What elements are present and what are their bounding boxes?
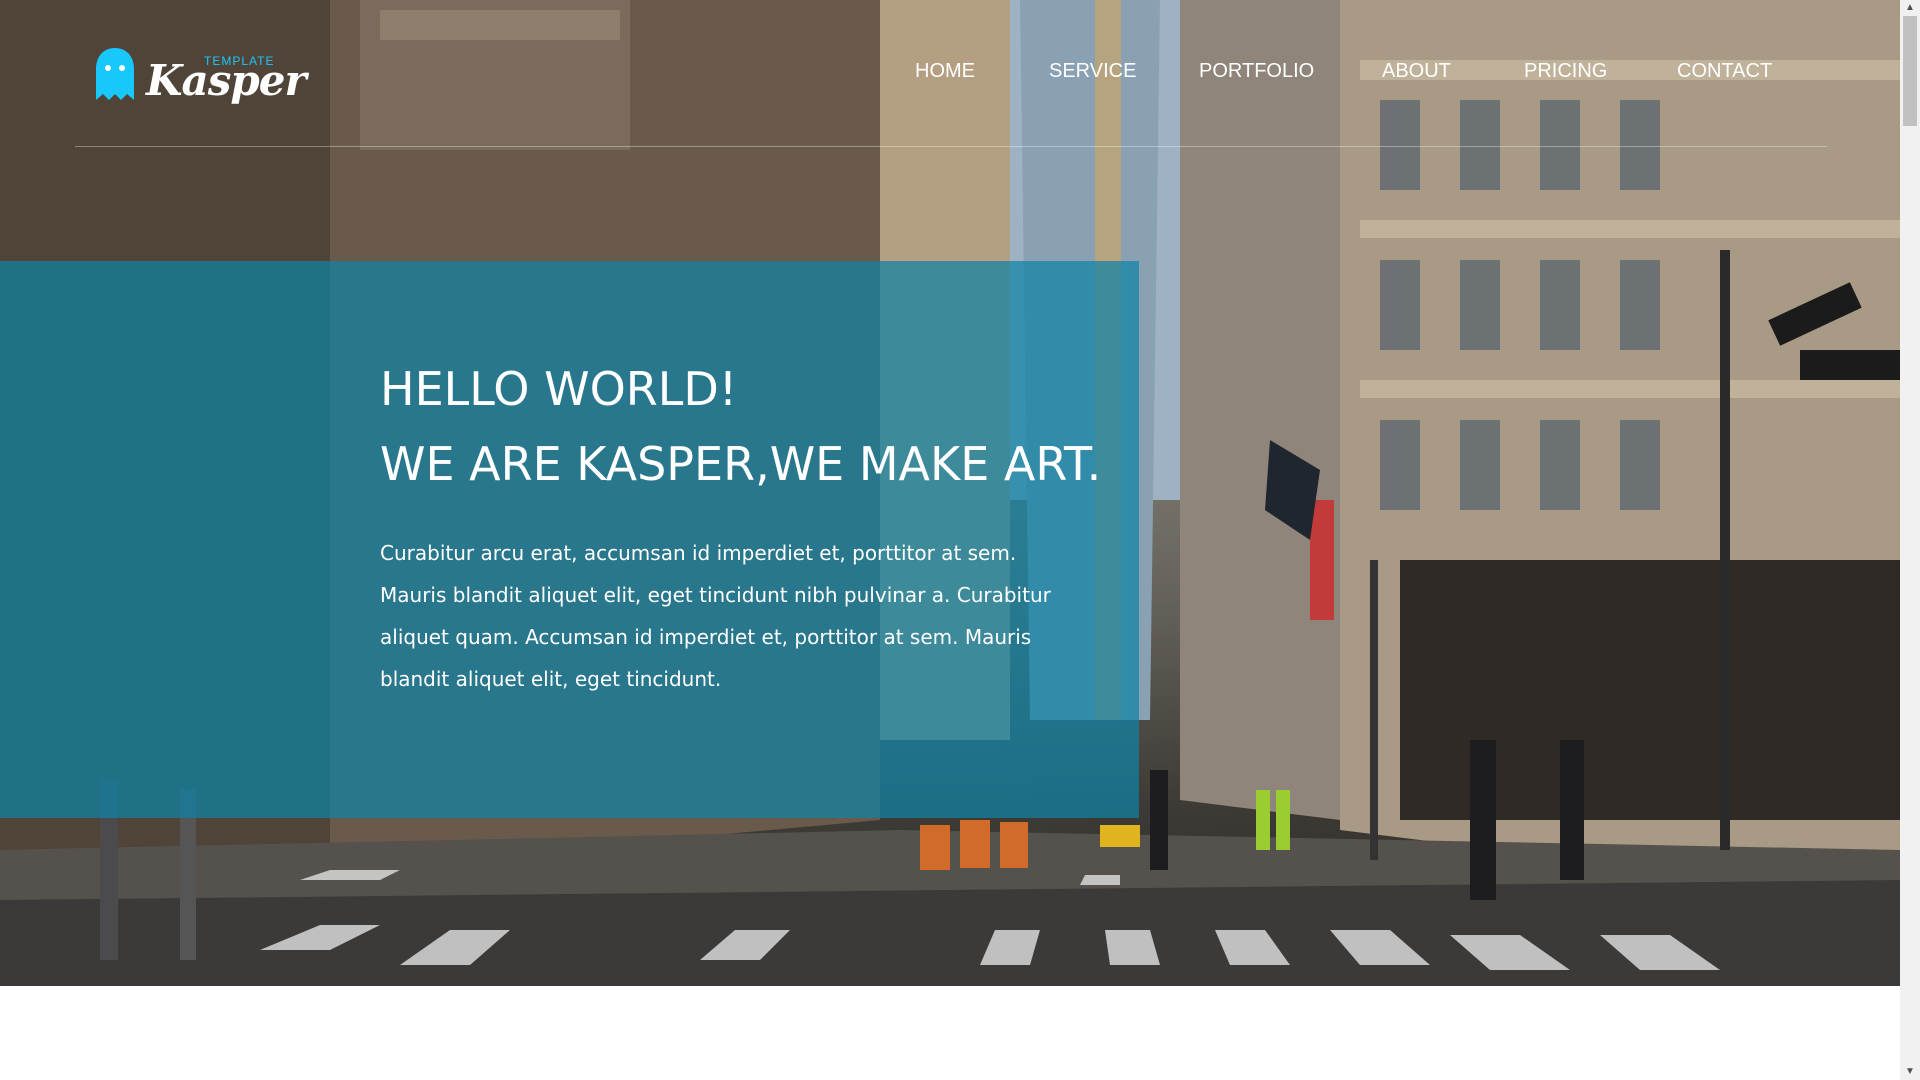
nav-link-about[interactable]: ABOUT	[1382, 60, 1451, 83]
main-nav: HOME SERVICE PORTFOLIO ABOUT PRICING CON…	[0, 60, 1900, 90]
scroll-up-arrow-icon[interactable]: ▲	[1900, 0, 1920, 16]
nav-link-home[interactable]: HOME	[915, 60, 975, 83]
hero-title-line-1: HELLO WORLD!	[380, 362, 738, 416]
page: TEMPLATE Kasper HOME SERVICE PORTFOLIO A…	[0, 0, 1900, 1080]
hero-title-line-2: WE ARE KASPER,WE MAKE ART.	[380, 437, 1102, 491]
vertical-scrollbar[interactable]: ▲ ▼	[1900, 0, 1920, 1080]
scroll-down-arrow-icon[interactable]: ▼	[1900, 1064, 1920, 1080]
nav-link-service[interactable]: SERVICE	[1049, 60, 1136, 83]
next-section	[0, 986, 1900, 1080]
header-divider	[75, 146, 1827, 147]
hero-paragraph: Curabitur arcu erat, accumsan id imperdi…	[380, 541, 1051, 691]
nav-link-pricing[interactable]: PRICING	[1524, 60, 1607, 83]
scrollbar-thumb[interactable]	[1903, 16, 1917, 126]
nav-link-portfolio[interactable]: PORTFOLIO	[1199, 60, 1314, 83]
hero-section: TEMPLATE Kasper HOME SERVICE PORTFOLIO A…	[0, 0, 1900, 986]
nav-link-contact[interactable]: CONTACT	[1677, 60, 1772, 83]
